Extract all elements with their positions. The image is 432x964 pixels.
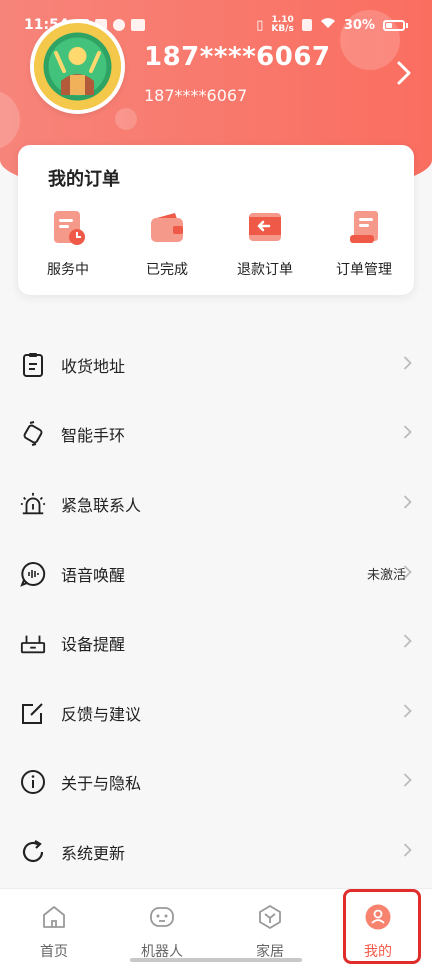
menu-item-emergency-contact[interactable]: 紧急联系人	[0, 469, 432, 539]
battery-icon	[383, 19, 408, 31]
menu-item-about-privacy[interactable]: 关于与隐私	[0, 748, 432, 818]
nav-robot[interactable]: 机器人	[108, 889, 216, 964]
no-sim-icon	[301, 19, 312, 31]
order-completed[interactable]: 已完成	[119, 207, 215, 279]
menu-item-voice-wakeup[interactable]: 语音唤醒 未激活	[0, 539, 432, 609]
check-badge-icon	[112, 19, 125, 31]
battery-percent: 30%	[343, 17, 375, 33]
order-label: 退款订单	[237, 262, 293, 278]
nav-home[interactable]: 首页	[0, 889, 108, 964]
chevron-right-icon	[403, 564, 412, 583]
order-label: 已完成	[146, 262, 188, 278]
nav-smart-home[interactable]: 家居	[216, 889, 324, 964]
chevron-right-icon	[403, 842, 412, 861]
user-phone-number[interactable]: 187****6067	[144, 42, 331, 72]
feedback-edit-icon	[20, 700, 46, 726]
chevron-right-icon	[403, 773, 412, 792]
vibrate-icon: ▯	[256, 17, 264, 33]
menu-label: 关于与隐私	[61, 774, 142, 794]
order-label: 服务中	[47, 262, 89, 278]
menu-label: 反馈与建议	[61, 704, 142, 724]
chevron-right-icon	[403, 703, 412, 722]
orders-title: 我的订单	[48, 169, 120, 190]
chevron-right-icon	[403, 494, 412, 513]
menu-label: 语音唤醒	[61, 565, 126, 585]
orders-card: 我的订单 服务中 已完成 退款订单 订单管理	[18, 145, 414, 295]
menu-item-shipping-address[interactable]: 收货地址	[0, 330, 432, 400]
active-tab-highlight	[343, 889, 421, 964]
alarm-light-icon	[20, 491, 46, 517]
order-management-icon	[344, 207, 384, 247]
app-notification-icon	[130, 19, 145, 31]
menu-item-feedback[interactable]: 反馈与建议	[0, 678, 432, 748]
profile-chevron-right-icon[interactable]	[396, 60, 412, 90]
home-device-icon	[256, 903, 284, 935]
smart-band-icon	[20, 421, 46, 447]
refresh-icon	[20, 839, 46, 865]
network-speed: 1.10 KB/s	[271, 15, 294, 34]
menu-item-system-update[interactable]: 系统更新	[0, 817, 432, 887]
clipboard-icon	[20, 352, 46, 378]
info-icon	[20, 769, 46, 795]
order-label: 订单管理	[336, 262, 392, 278]
menu-item-device-reminder[interactable]: 设备提醒	[0, 608, 432, 678]
voice-wakeup-status: 未激活	[366, 568, 406, 584]
order-management[interactable]: 订单管理	[316, 207, 412, 279]
nav-label: 首页	[40, 944, 68, 960]
home-icon	[40, 903, 68, 935]
robot-icon	[148, 903, 176, 935]
chevron-right-icon	[403, 355, 412, 374]
wifi-icon	[320, 17, 336, 33]
chevron-right-icon	[403, 634, 412, 653]
menu-label: 智能手环	[61, 426, 126, 446]
menu-label: 系统更新	[61, 843, 126, 863]
device-icon	[20, 630, 46, 656]
service-in-progress-icon	[48, 207, 88, 247]
menu-label: 紧急联系人	[61, 495, 142, 515]
user-account: 187****6067	[144, 86, 248, 105]
voice-icon	[20, 561, 46, 587]
menu-label: 收货地址	[61, 356, 126, 376]
settings-menu: 收货地址 智能手环 紧急联系人 语音唤醒 未激活 设备提醒 反馈与建议 关于与隐…	[0, 330, 432, 887]
refund-icon	[245, 207, 285, 247]
order-service-in-progress[interactable]: 服务中	[20, 207, 116, 279]
completed-wallet-icon	[147, 207, 187, 247]
avatar[interactable]	[30, 19, 125, 114]
menu-item-smart-band[interactable]: 智能手环	[0, 400, 432, 470]
menu-label: 设备提醒	[61, 635, 126, 655]
avatar-illustration	[34, 23, 121, 110]
home-indicator	[130, 958, 302, 962]
chevron-right-icon	[403, 425, 412, 444]
order-refund[interactable]: 退款订单	[217, 207, 313, 279]
